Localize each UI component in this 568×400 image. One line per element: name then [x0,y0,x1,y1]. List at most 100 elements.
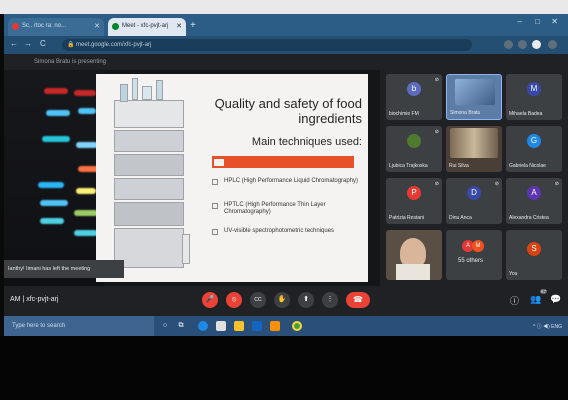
bullet-text: HPLC (High Performance Liquid Chromatogr… [224,178,359,184]
blurred-background [4,70,104,286]
participant-tile-active[interactable]: Simona Bratu [446,74,502,120]
participant-name: You [509,271,518,277]
participant-name: Rui Silva [449,163,469,169]
avatar: M [472,240,484,252]
video-feed [450,128,498,158]
mail-icon[interactable] [252,321,262,331]
chrome-icon[interactable] [292,321,302,331]
minimize-button[interactable]: – [518,17,522,26]
participant-tile[interactable]: ⊘ P Patrizia Restani [386,178,442,224]
mic-off-icon: ⊘ [434,129,439,135]
slide-title: Quality and safety of food ingredients [214,96,362,126]
captions-button[interactable]: CC [250,292,266,308]
browser-tab[interactable]: Sc.. rtoc ra: no... ✕ [8,18,104,36]
search-icon[interactable]: ○ [160,321,170,331]
slide-accent-box [214,159,224,166]
present-button[interactable]: ⬆ [298,292,314,308]
bullet-text: HPTLC (High Performance Thin Layer Chrom… [224,202,326,215]
browser-tab-bar: Sc.. rtoc ra: no... ✕ Meet - xfc-pvjt-ar… [4,14,568,36]
task-view-icon[interactable]: ⧉ [176,321,186,331]
tab-label: Sc.. rtoc ra: no... [22,23,67,29]
close-tab-icon[interactable]: ✕ [176,22,182,30]
new-tab-button[interactable]: + [190,20,196,31]
mic-toggle-button[interactable]: 🎤 [202,292,218,308]
others-count: 55 others [458,258,484,264]
bullet-text: UV-visible spectrophotometric techniques [224,228,335,234]
more-options-button[interactable]: ⋮ [322,292,338,308]
tab-favicon-icon [12,23,19,30]
participant-name: Ljubica Trajkoska [389,163,428,169]
close-tab-icon[interactable]: ✕ [94,22,100,30]
avatar: M [527,82,541,96]
mic-off-icon: ⊘ [554,181,559,187]
address-bar-row: ← → C 🔒 meet.google.com/xfc-pvjt-arj [4,36,568,54]
slide-accent-bar [212,156,354,168]
participant-tile[interactable]: ⊘ D Dinu Anca [446,178,502,224]
self-tile[interactable]: S You [506,230,562,280]
participant-name: Dinu Anca [449,215,472,221]
people-count-badge: 67 [540,289,548,294]
meeting-id: AM | xfc-pvjt-arj [10,296,59,303]
presentation-stage: Quality and safety of food ingredients M… [4,70,380,286]
others-tile[interactable]: A M 55 others [446,230,502,280]
participant-name: biochimie FM [389,111,419,117]
presenting-banner: Simona Bratu is presenting [4,54,568,70]
mic-off-icon: ⊘ [434,77,439,83]
profile-avatar[interactable] [532,40,541,49]
menu-icon[interactable] [548,40,557,49]
avatar: b [407,82,421,96]
info-icon[interactable]: ⓘ [510,294,519,307]
avatar: G [527,134,541,148]
monitor-screen: Sc.. rtoc ra: no... ✕ Meet - xfc-pvjt-ar… [4,14,568,336]
file-explorer-icon[interactable] [234,321,244,331]
people-icon[interactable]: 👥 [530,294,541,305]
back-button[interactable]: ← [10,39,18,48]
maximize-button[interactable]: □ [535,17,540,26]
forward-button[interactable]: → [24,39,32,48]
url-field[interactable]: 🔒 meet.google.com/xfc-pvjt-arj [62,39,472,51]
monitor-bezel-top [0,0,568,14]
avatar: A [527,186,541,200]
participant-tile[interactable]: G Gabriela Nicolae [506,126,562,172]
participant-tile[interactable]: Rui Silva [446,126,502,172]
extension-icon[interactable] [518,40,527,49]
lock-icon: 🔒 [67,42,75,48]
close-window-button[interactable]: ✕ [551,17,558,26]
avatar: P [407,186,421,200]
participants-grid: ⊘ b biochimie FM Simona Bratu M Mihaela … [384,70,568,286]
leave-call-button[interactable]: ☎ [346,292,370,308]
shared-slide: Quality and safety of food ingredients M… [96,74,368,282]
mic-off-icon: ⊘ [434,181,439,187]
windows-taskbar: Type here to search ○ ⧉ ^ ⓘ ◀) ENG [4,316,568,336]
browser-tab-active[interactable]: Meet - xfc-pvjt-arj ✕ [108,18,186,36]
camera-toggle-button[interactable]: ⦸ [226,292,242,308]
participant-tile[interactable]: ⊘ Ljubica Trajkoska [386,126,442,172]
slide-bullet: HPTLC (High Performance Thin Layer Chrom… [212,202,362,216]
extension-icon[interactable] [504,40,513,49]
participant-tile[interactable]: ⊘ b biochimie FM [386,74,442,120]
bullet-checkbox-icon [212,229,218,235]
url-text: meet.google.com/xfc-pvjt-arj [76,42,152,48]
mic-off-icon: ⊘ [494,181,499,187]
avatar [407,134,421,148]
lab-equipment-image [96,74,196,282]
system-tray[interactable]: ^ ⓘ ◀) ENG [533,323,562,330]
participant-tile[interactable]: M Mihaela Badea [506,74,562,120]
participant-tile-video[interactable] [386,230,442,280]
edge-browser-icon[interactable] [198,321,208,331]
taskbar-search-input[interactable]: Type here to search [4,316,154,336]
participant-name: Simona Bratu [450,110,481,116]
participant-tile[interactable]: ⊘ A Alexandra Cristea [506,178,562,224]
store-icon[interactable] [216,321,226,331]
photo-frame: Sc.. rtoc ra: no... ✕ Meet - xfc-pvjt-ar… [0,0,568,400]
avatar: D [467,186,481,200]
raise-hand-button[interactable]: ✋ [274,292,290,308]
chat-icon[interactable]: 💬 [550,294,561,305]
app-icon[interactable] [270,321,280,331]
meet-favicon-icon [112,23,119,30]
bullet-checkbox-icon [212,203,218,209]
participant-name: Mihaela Badea [509,111,543,117]
reload-button[interactable]: C [40,39,46,48]
call-controls-bar: AM | xfc-pvjt-arj 🎤 ⦸ CC ✋ ⬆ ⋮ ☎ ⓘ 👥 67 … [4,286,568,316]
avatar: S [527,242,541,256]
